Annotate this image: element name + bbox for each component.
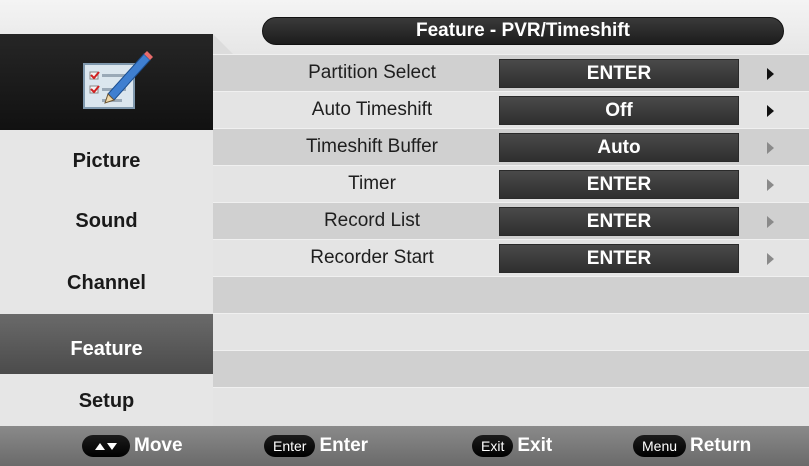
right-arrow-icon[interactable] xyxy=(767,105,774,117)
right-arrow-icon xyxy=(767,179,774,191)
sidebar-item-sound[interactable]: Sound xyxy=(0,192,213,252)
right-arrow-icon xyxy=(767,253,774,265)
exit-key: Exit xyxy=(472,435,514,457)
sidebar-item-label: Feature xyxy=(70,338,143,360)
option-label: Recorder Start xyxy=(310,247,434,268)
menu-key: Menu xyxy=(633,435,687,457)
option-row-auto-timeshift[interactable]: Auto Timeshift Off xyxy=(213,91,809,128)
menu-title: Feature - PVR/Timeshift xyxy=(262,17,784,45)
option-value[interactable]: Auto xyxy=(499,133,739,162)
sidebar-item-picture[interactable]: Picture xyxy=(0,130,213,190)
option-value[interactable]: ENTER xyxy=(499,59,739,88)
option-label: Record List xyxy=(323,210,421,231)
hint-return: Menu Return xyxy=(633,433,751,459)
empty-row xyxy=(213,387,809,426)
sidebar-item-label: Picture xyxy=(72,150,141,172)
option-row-recorder-start[interactable]: Recorder Start ENTER xyxy=(213,239,809,276)
option-row-timeshift-buffer[interactable]: Timeshift Buffer Auto xyxy=(213,128,809,165)
sidebar: Picture Sound Channel Feature Setup xyxy=(0,34,213,426)
list-corner xyxy=(213,34,233,54)
empty-row xyxy=(213,276,809,313)
hint-label: Enter xyxy=(319,435,369,456)
option-row-timer[interactable]: Timer ENTER xyxy=(213,165,809,202)
key-hint-bar: Move Enter Enter Exit Exit Menu Return xyxy=(0,426,809,466)
hint-label: Return xyxy=(690,435,752,456)
sidebar-item-label: Sound xyxy=(75,210,138,232)
option-label: Partition Select xyxy=(308,62,436,83)
hint-label: Exit xyxy=(517,435,553,456)
enter-key: Enter xyxy=(264,435,316,457)
hint-enter: Enter Enter xyxy=(264,433,368,459)
sidebar-item-channel[interactable]: Channel xyxy=(0,252,213,312)
option-label: Timer xyxy=(348,173,396,194)
tv-menu-screen: Feature - PVR/Timeshift Picture Sound Ch… xyxy=(0,0,809,466)
option-row-partition-select[interactable]: Partition Select ENTER xyxy=(213,54,809,91)
option-label: Timeshift Buffer xyxy=(306,136,438,157)
empty-row xyxy=(213,313,809,350)
hint-move: Move xyxy=(82,433,183,459)
hint-label: Move xyxy=(134,435,183,456)
hint-exit: Exit Exit xyxy=(472,433,552,459)
empty-row xyxy=(213,350,809,387)
right-arrow-icon xyxy=(767,216,774,228)
up-down-arrows-icon xyxy=(82,435,130,457)
right-arrow-icon[interactable] xyxy=(767,68,774,80)
option-value[interactable]: Off xyxy=(499,96,739,125)
sidebar-item-feature[interactable]: Feature xyxy=(0,314,213,374)
option-value[interactable]: ENTER xyxy=(499,170,739,199)
option-value[interactable]: ENTER xyxy=(499,244,739,273)
option-value[interactable]: ENTER xyxy=(499,207,739,236)
checklist-pencil-icon xyxy=(83,51,153,109)
option-list: Partition Select ENTER Auto Timeshift Of… xyxy=(213,54,809,426)
category-icon-panel xyxy=(0,34,213,130)
option-label: Auto Timeshift xyxy=(311,99,433,120)
sidebar-item-label: Channel xyxy=(67,272,146,294)
sidebar-item-label: Setup xyxy=(78,390,135,412)
option-row-record-list[interactable]: Record List ENTER xyxy=(213,202,809,239)
right-arrow-icon xyxy=(767,142,774,154)
